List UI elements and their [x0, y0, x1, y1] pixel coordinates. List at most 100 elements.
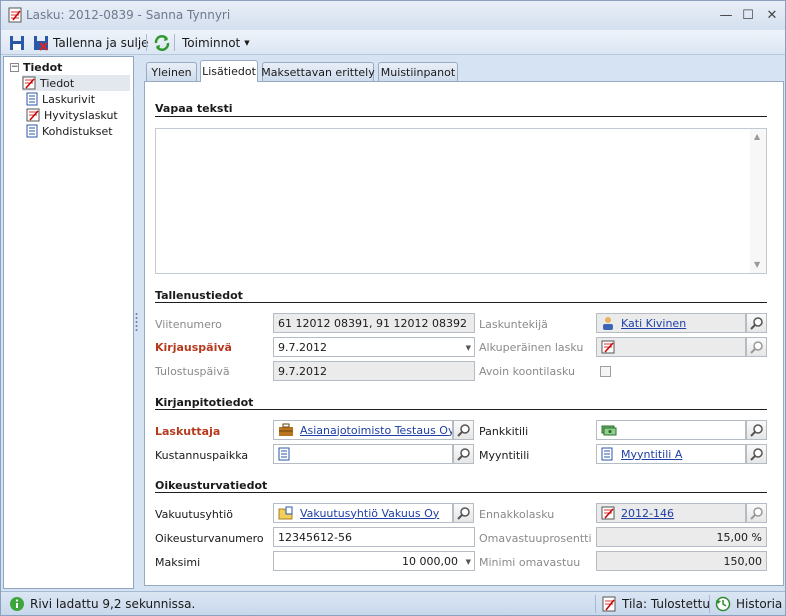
refresh-button[interactable] — [150, 32, 174, 53]
tree-item-kohdistukset[interactable]: Kohdistukset — [26, 123, 113, 139]
insurer-label: Vakuutusyhtiö — [155, 508, 233, 521]
biller-link[interactable]: Asianajotoimisto Testaus Oy Ab — [300, 424, 452, 437]
cost-center-lookup-button[interactable] — [453, 444, 474, 464]
section-heading: Tallenustiedot — [155, 289, 243, 302]
deductible-pct-field: 15,00 % — [596, 527, 767, 547]
tab-muistiinpanot[interactable]: Muistiinpanot — [378, 62, 458, 81]
min-deductible-label: Minimi omavastuu — [479, 556, 581, 569]
search-icon — [749, 317, 763, 330]
chevron-down-icon[interactable]: ▼ — [466, 344, 471, 352]
print-date-label: Tulostuspäivä — [155, 365, 230, 378]
section-heading: Vapaa teksti — [155, 102, 233, 115]
maximum-field[interactable]: 10 000,00 ▼ — [273, 551, 475, 571]
minimize-button[interactable]: — — [717, 6, 735, 24]
sales-account-link[interactable]: Myyntitili A — [621, 448, 682, 461]
refresh-icon — [154, 34, 170, 51]
folder-icon — [278, 506, 293, 520]
tree-item-label: Tiedot — [40, 76, 75, 90]
biller-label: Laskuttaja — [155, 425, 221, 438]
navigation-tree: − Tiedot Tiedot Laskurivit Hyvityslaskut… — [3, 56, 134, 589]
insurer-link[interactable]: Vakuutusyhtiö Vakuus Oy — [300, 507, 439, 520]
tree-item-hyvityslaskut[interactable]: Hyvityslaskut — [26, 107, 118, 123]
scroll-down-icon[interactable]: ▼ — [754, 260, 760, 269]
info-icon — [10, 597, 24, 611]
maximum-value: 10 000,00 — [402, 554, 458, 568]
splitter-handle[interactable] — [134, 56, 139, 589]
actions-menu[interactable]: Toiminnot ▼ — [179, 32, 253, 53]
save-close-label: Tallenna ja sulje — [53, 35, 149, 50]
advance-invoice-lookup-button[interactable] — [746, 503, 767, 523]
status-bar: Rivi ladattu 9,2 sekunnissa. Tila: Tulos… — [1, 591, 785, 615]
cost-center-label: Kustannuspaikka — [155, 449, 249, 462]
title-bar: Lasku: 2012-0839 - Sanna Tynnyri — ☐ ✕ — [1, 1, 785, 30]
deductible-pct-label: Omavastuuprosentti — [479, 532, 592, 545]
tab-panel: Vapaa teksti ▲ ▼ Tallenustiedot Viitenum… — [144, 81, 784, 586]
search-icon — [456, 424, 470, 437]
tab-lisatiedot[interactable]: Lisätiedot — [200, 60, 258, 82]
advance-invoice-field: 2012-146 — [596, 503, 746, 523]
free-text-input[interactable]: ▲ ▼ — [155, 128, 767, 274]
tree-root-label: Tiedot — [23, 60, 63, 74]
print-date-field: 9.7.2012 — [273, 361, 475, 381]
chevron-down-icon: ▼ — [244, 38, 250, 47]
search-icon — [456, 448, 470, 461]
bank-account-field[interactable] — [596, 420, 746, 440]
original-invoice-label: Alkuperäinen lasku — [479, 341, 584, 354]
history-button[interactable]: Historia — [715, 595, 782, 613]
tree-item-label: Kohdistukset — [42, 124, 113, 138]
content-area: Yleinen Lisätiedot Maksettavan erittely … — [140, 56, 785, 589]
history-label: Historia — [736, 597, 783, 611]
save-icon — [10, 35, 24, 50]
history-icon — [715, 596, 731, 612]
search-icon — [456, 507, 470, 520]
open-summary-checkbox[interactable] — [600, 366, 611, 377]
original-invoice-lookup-button[interactable] — [746, 337, 767, 357]
collapse-icon[interactable]: − — [10, 62, 19, 72]
scrollbar[interactable]: ▲ ▼ — [750, 129, 766, 273]
section-heading: Oikeusturvatiedot — [155, 479, 268, 492]
sales-account-field[interactable]: Myyntitili A — [596, 444, 746, 464]
close-button[interactable]: ✕ — [763, 6, 781, 24]
tree-item-laskurivit[interactable]: Laskurivit — [26, 91, 95, 107]
tab-yleinen[interactable]: Yleinen — [146, 62, 197, 81]
briefcase-icon — [279, 423, 293, 436]
invoicer-lookup-button[interactable] — [746, 313, 767, 333]
chevron-down-icon[interactable]: ▼ — [466, 558, 471, 566]
insurer-field[interactable]: Vakuutusyhtiö Vakuus Oy — [273, 503, 453, 523]
reference-field: 61 12012 08391, 91 12012 08392 — [273, 313, 475, 333]
min-deductible-field: 150,00 — [596, 551, 767, 571]
status-state[interactable]: Tila: Tulostettu — [601, 595, 710, 613]
invoicer-label: Laskuntekijä — [479, 318, 548, 331]
window-title: Lasku: 2012-0839 - Sanna Tynnyri — [26, 8, 231, 22]
tab-strip: Yleinen Lisätiedot Maksettavan erittely … — [140, 56, 785, 82]
section-heading: Kirjanpitotiedot — [155, 396, 254, 409]
maximize-button[interactable]: ☐ — [739, 6, 757, 24]
reference-label: Viitenumero — [155, 318, 222, 331]
save-close-button[interactable]: Tallenna ja sulje — [30, 32, 152, 53]
biller-lookup-button[interactable] — [453, 420, 474, 440]
scroll-up-icon[interactable]: ▲ — [754, 132, 760, 141]
actions-label: Toiminnot — [182, 35, 241, 50]
tree-item-tiedot[interactable]: Tiedot — [22, 75, 130, 91]
legal-number-field[interactable]: 12345612-56 — [273, 527, 475, 547]
bank-account-lookup-button[interactable] — [746, 420, 767, 440]
invoicer-link[interactable]: Kati Kivinen — [621, 317, 686, 330]
open-summary-label: Avoin koontilasku — [479, 365, 575, 378]
invoice-icon — [22, 76, 36, 90]
tree-root[interactable]: − Tiedot — [10, 59, 62, 75]
money-icon — [601, 425, 617, 436]
booking-date-field[interactable]: 9.7.2012 ▼ — [273, 337, 475, 357]
insurer-lookup-button[interactable] — [453, 503, 474, 523]
document-icon — [278, 447, 290, 461]
biller-field[interactable]: Asianajotoimisto Testaus Oy Ab — [273, 420, 453, 440]
cost-center-field[interactable] — [273, 444, 453, 464]
original-invoice-field — [596, 337, 746, 357]
document-icon — [601, 447, 613, 461]
save-button[interactable] — [6, 32, 28, 53]
legal-number-label: Oikeusturvanumero — [155, 532, 264, 545]
search-icon — [749, 448, 763, 461]
sales-account-lookup-button[interactable] — [746, 444, 767, 464]
advance-invoice-link[interactable]: 2012-146 — [621, 507, 674, 520]
tab-maksettavan-erittely[interactable]: Maksettavan erittely — [261, 62, 375, 81]
toolbar: Tallenna ja sulje Toiminnot ▼ — [1, 30, 785, 55]
